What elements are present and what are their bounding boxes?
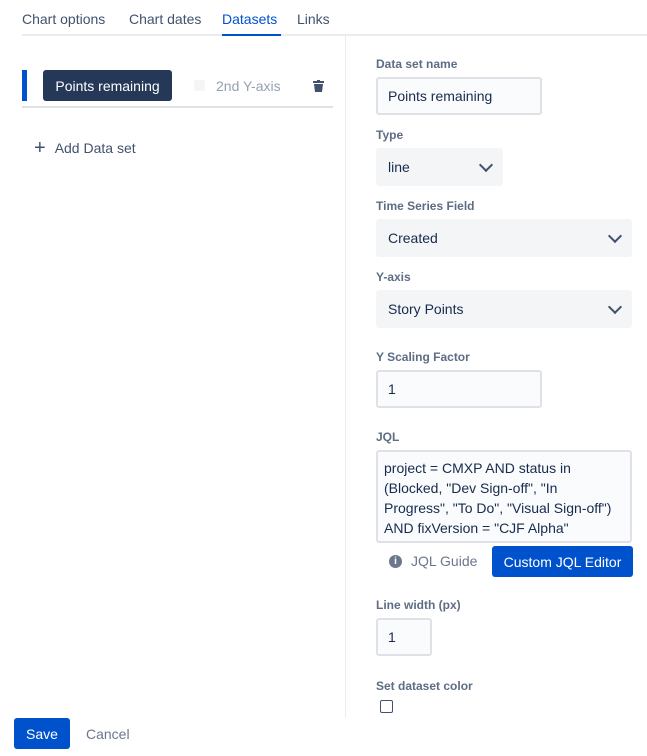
second-axis-label: 2nd Y-axis [216,78,281,94]
tab-chart-dates[interactable]: Chart dates [129,11,201,27]
yaxis-select[interactable]: Story Points [376,290,632,328]
jql-textarea[interactable]: project = CMXP AND status in (Blocked, "… [376,450,632,543]
time-field-value: Created [388,230,438,246]
color-label: Set dataset color [376,679,473,693]
add-dataset-label: Add Data set [54,140,136,156]
type-select[interactable]: line [376,148,503,186]
dataset-selected-indicator [22,70,27,101]
custom-jql-editor-button[interactable]: Custom JQL Editor [492,546,633,577]
add-dataset-button[interactable]: + Add Data set [34,137,136,159]
yaxis-label: Y-axis [376,270,411,284]
tab-datasets[interactable]: Datasets [222,11,277,27]
chevron-down-icon [607,228,623,243]
tabs-divider [22,34,647,36]
dataset-color-checkbox[interactable] [380,700,393,713]
active-tab-indicator [222,34,281,36]
info-icon: i [389,554,402,568]
plus-icon: + [34,137,46,159]
save-button[interactable]: Save [14,718,70,749]
type-label: Type [376,128,404,142]
type-value: line [388,159,410,175]
panel-divider [345,36,346,718]
trash-icon[interactable] [313,80,324,92]
tab-chart-options[interactable]: Chart options [22,11,105,27]
jql-guide-label: JQL Guide [411,553,478,569]
chevron-down-icon [607,299,623,314]
scaling-input[interactable]: 1 [376,370,542,408]
chevron-down-icon [478,157,494,172]
dataset-row-divider [22,106,333,108]
time-field-label: Time Series Field [376,199,475,213]
dataset-button[interactable]: Points remaining [43,70,172,101]
jql-guide-link[interactable]: i JQL Guide [389,553,477,569]
yaxis-value: Story Points [388,301,464,317]
tab-links[interactable]: Links [297,11,330,27]
second-axis-checkbox[interactable] [194,80,205,91]
scaling-label: Y Scaling Factor [376,350,470,364]
line-width-input[interactable]: 1 [376,618,432,656]
jql-label: JQL [376,430,400,444]
time-field-select[interactable]: Created [376,219,632,257]
name-label: Data set name [376,57,458,71]
line-width-label: Line width (px) [376,598,461,612]
cancel-button[interactable]: Cancel [86,726,130,742]
dataset-name-input[interactable]: Points remaining [376,77,542,115]
